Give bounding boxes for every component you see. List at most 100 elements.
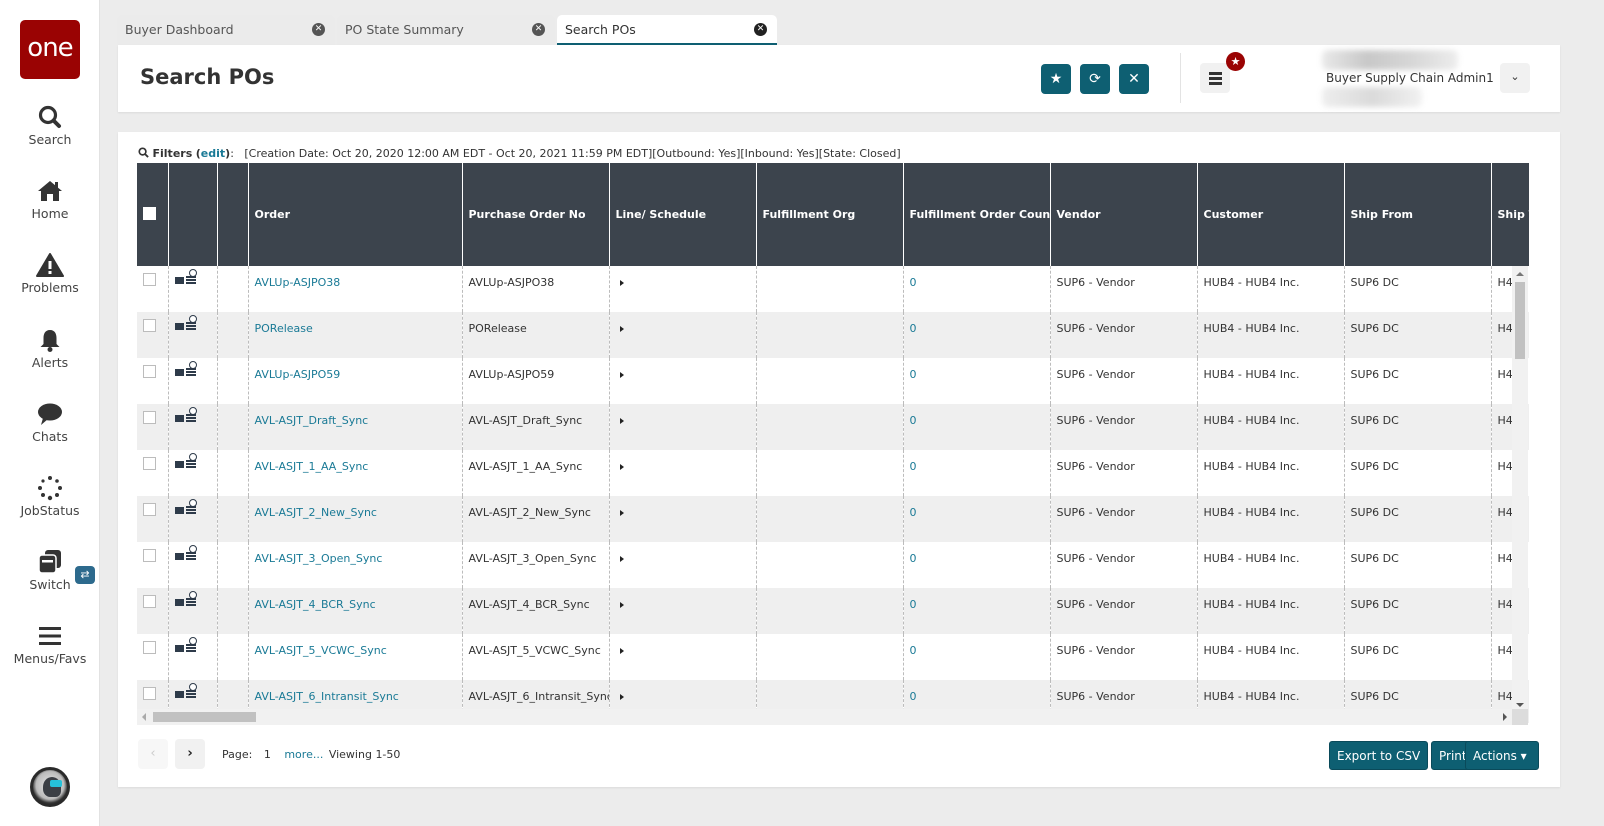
row-checkbox[interactable]: [143, 365, 156, 378]
fulfillment-count-link[interactable]: 0: [910, 414, 917, 427]
fulfillment-count-link[interactable]: 0: [910, 690, 917, 703]
sidebar-item-jobstatus[interactable]: JobStatus: [0, 475, 100, 518]
row-checkbox[interactable]: [143, 319, 156, 332]
sidebar-item-menus-favs[interactable]: Menus/Favs: [0, 623, 100, 666]
list-icon[interactable]: [185, 368, 196, 376]
calendar-icon[interactable]: [174, 461, 184, 468]
horizontal-scrollbar[interactable]: [137, 709, 1512, 725]
table-row[interactable]: AVL-ASJT_2_New_Sync AVL-ASJT_2_New_Sync 0 S…: [137, 496, 1529, 542]
previous-page-button[interactable]: ‹: [138, 739, 168, 769]
column-header-ship-from[interactable]: Ship From: [1344, 163, 1492, 266]
row-checkbox[interactable]: [143, 549, 156, 562]
column-header-fulfillment-count[interactable]: Fulfillment Order Count: [903, 163, 1051, 266]
vertical-scrollbar[interactable]: [1512, 266, 1528, 711]
calendar-icon[interactable]: [174, 323, 184, 330]
user-menu-dropdown[interactable]: ⌄: [1500, 63, 1530, 93]
row-checkbox[interactable]: [143, 503, 156, 516]
scroll-down-icon[interactable]: [1516, 703, 1524, 707]
column-header-ship-to[interactable]: Ship To: [1491, 163, 1529, 266]
more-pages-link[interactable]: more...: [284, 748, 323, 761]
order-link[interactable]: AVLUp-ASJPO38: [255, 276, 341, 289]
order-link[interactable]: AVL-ASJT_5_VCWC_Sync: [255, 644, 387, 657]
select-all-checkbox[interactable]: [143, 206, 156, 220]
sidebar-item-problems[interactable]: Problems: [0, 252, 100, 295]
expand-caret-icon[interactable]: [619, 602, 624, 608]
calendar-icon[interactable]: [174, 599, 184, 606]
expand-caret-icon[interactable]: [619, 326, 624, 332]
list-icon[interactable]: [185, 552, 196, 560]
fulfillment-count-link[interactable]: 0: [910, 368, 917, 381]
order-link[interactable]: AVL-ASJT_6_Intransit_Sync: [255, 690, 399, 703]
list-icon[interactable]: [185, 598, 196, 606]
column-header-vendor[interactable]: Vendor: [1050, 163, 1198, 266]
list-icon[interactable]: [185, 690, 196, 698]
edit-filters-link[interactable]: edit: [201, 147, 225, 160]
expand-caret-icon[interactable]: [619, 694, 624, 700]
column-header-fulfillment-org[interactable]: Fulfillment Org: [756, 163, 904, 266]
next-page-button[interactable]: ›: [175, 739, 205, 769]
scrollbar-thumb[interactable]: [1515, 282, 1525, 359]
tab-buyer-dashboard[interactable]: Buyer Dashboard ✕: [117, 15, 335, 45]
order-link[interactable]: AVLUp-ASJPO59: [255, 368, 341, 381]
expand-caret-icon[interactable]: [619, 510, 624, 516]
sidebar-item-alerts[interactable]: Alerts: [0, 327, 100, 370]
list-icon[interactable]: [185, 414, 196, 422]
column-header-order[interactable]: Order: [248, 163, 463, 266]
fulfillment-count-link[interactable]: 0: [910, 552, 917, 565]
list-icon[interactable]: [185, 276, 196, 284]
scrollbar-thumb[interactable]: [153, 712, 256, 722]
expand-caret-icon[interactable]: [619, 418, 624, 424]
switch-badge-icon[interactable]: ⇄: [75, 566, 95, 584]
order-link[interactable]: AVL-ASJT_3_Open_Sync: [255, 552, 383, 565]
calendar-icon[interactable]: [174, 691, 184, 698]
order-link[interactable]: PORelease: [255, 322, 313, 335]
scroll-up-icon[interactable]: [1516, 272, 1524, 276]
table-row[interactable]: AVL-ASJT_5_VCWC_Sync AVL-ASJT_5_VCWC_Sync…: [137, 634, 1529, 680]
fulfillment-count-link[interactable]: 0: [910, 598, 917, 611]
calendar-icon[interactable]: [174, 369, 184, 376]
calendar-icon[interactable]: [174, 415, 184, 422]
expand-caret-icon[interactable]: [619, 648, 624, 654]
order-link[interactable]: AVL-ASJT_4_BCR_Sync: [255, 598, 376, 611]
table-row[interactable]: AVL-ASJT_Draft_Sync AVL-ASJT_Draft_Sync 0 S…: [137, 404, 1529, 450]
tab-close-icon[interactable]: ✕: [754, 23, 767, 36]
calendar-icon[interactable]: [174, 507, 184, 514]
row-checkbox[interactable]: [143, 457, 156, 470]
favorite-button[interactable]: ★: [1041, 64, 1071, 94]
column-header-po-no[interactable]: Purchase Order No: [462, 163, 610, 266]
table-row[interactable]: PORelease PORelease 0 SUP6 - Vendor HUB4 - H…: [137, 312, 1529, 358]
tab-close-icon[interactable]: ✕: [532, 23, 545, 36]
expand-caret-icon[interactable]: [619, 372, 624, 378]
fulfillment-count-link[interactable]: 0: [910, 460, 917, 473]
row-checkbox[interactable]: [143, 273, 156, 286]
order-link[interactable]: AVL-ASJT_2_New_Sync: [255, 506, 377, 519]
row-checkbox[interactable]: [143, 595, 156, 608]
table-row[interactable]: AVL-ASJT_3_Open_Sync AVL-ASJT_3_Open_Sync…: [137, 542, 1529, 588]
table-row[interactable]: AVL-ASJT_4_BCR_Sync AVL-ASJT_4_BCR_Sync 0 S…: [137, 588, 1529, 634]
fulfillment-count-link[interactable]: 0: [910, 322, 917, 335]
fulfillment-count-link[interactable]: 0: [910, 276, 917, 289]
close-page-button[interactable]: ✕: [1119, 64, 1149, 94]
calendar-icon[interactable]: [174, 277, 184, 284]
calendar-icon[interactable]: [174, 645, 184, 652]
row-checkbox[interactable]: [143, 641, 156, 654]
refresh-button[interactable]: ⟳: [1080, 64, 1110, 94]
fulfillment-count-link[interactable]: 0: [910, 506, 917, 519]
tab-po-state-summary[interactable]: PO State Summary ✕: [337, 15, 555, 45]
row-checkbox[interactable]: [143, 687, 156, 700]
user-avatar[interactable]: [30, 767, 70, 807]
app-logo[interactable]: one: [20, 20, 80, 79]
list-icon[interactable]: [185, 322, 196, 330]
sidebar-item-chats[interactable]: Chats: [0, 401, 100, 444]
row-checkbox[interactable]: [143, 411, 156, 424]
table-row[interactable]: AVLUp-ASJPO38 AVLUp-ASJPO38 0 SUP6 - Vendor…: [137, 266, 1529, 312]
calendar-icon[interactable]: [174, 553, 184, 560]
column-header-customer[interactable]: Customer: [1197, 163, 1345, 266]
table-row[interactable]: AVLUp-ASJPO59 AVLUp-ASJPO59 0 SUP6 - Vendor…: [137, 358, 1529, 404]
expand-caret-icon[interactable]: [619, 280, 624, 286]
order-link[interactable]: AVL-ASJT_Draft_Sync: [255, 414, 369, 427]
fulfillment-count-link[interactable]: 0: [910, 644, 917, 657]
scroll-right-icon[interactable]: [1503, 713, 1507, 721]
table-row[interactable]: AVL-ASJT_1_AA_Sync AVL-ASJT_1_AA_Sync 0 SUP…: [137, 450, 1529, 496]
list-icon[interactable]: [185, 460, 196, 468]
